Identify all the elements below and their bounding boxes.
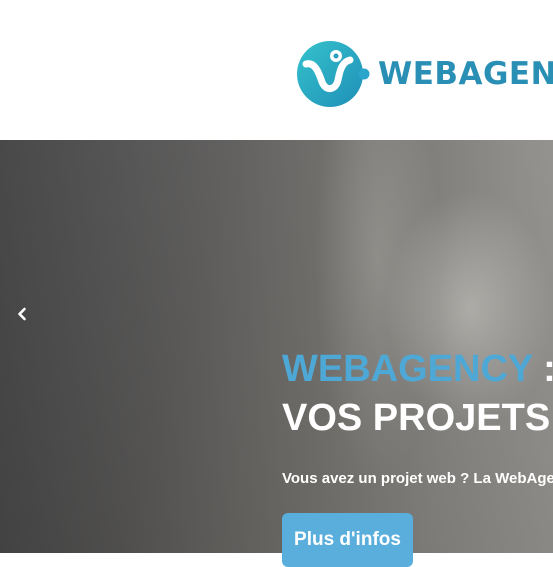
webagency-logo-mark-icon xyxy=(297,41,370,107)
site-header: WEBAGEN xyxy=(0,0,553,140)
hero-title-separator: : xyxy=(533,348,553,390)
hero-title-line-1: WEBAGENCY : xyxy=(282,347,553,391)
hero-title-brand: WEBAGENCY xyxy=(282,348,533,390)
hero-title-line-2: VOS PROJETS xyxy=(282,397,551,439)
site-logo[interactable]: WEBAGEN xyxy=(296,38,553,110)
slider-prev-button[interactable] xyxy=(11,303,33,325)
logo-wordmark: WEBAGEN xyxy=(378,56,553,92)
more-info-button[interactable]: Plus d'infos xyxy=(282,513,413,567)
chevron-left-icon xyxy=(18,307,26,321)
hero-subtitle: Vous avez un projet web ? La WebAge xyxy=(282,470,553,487)
